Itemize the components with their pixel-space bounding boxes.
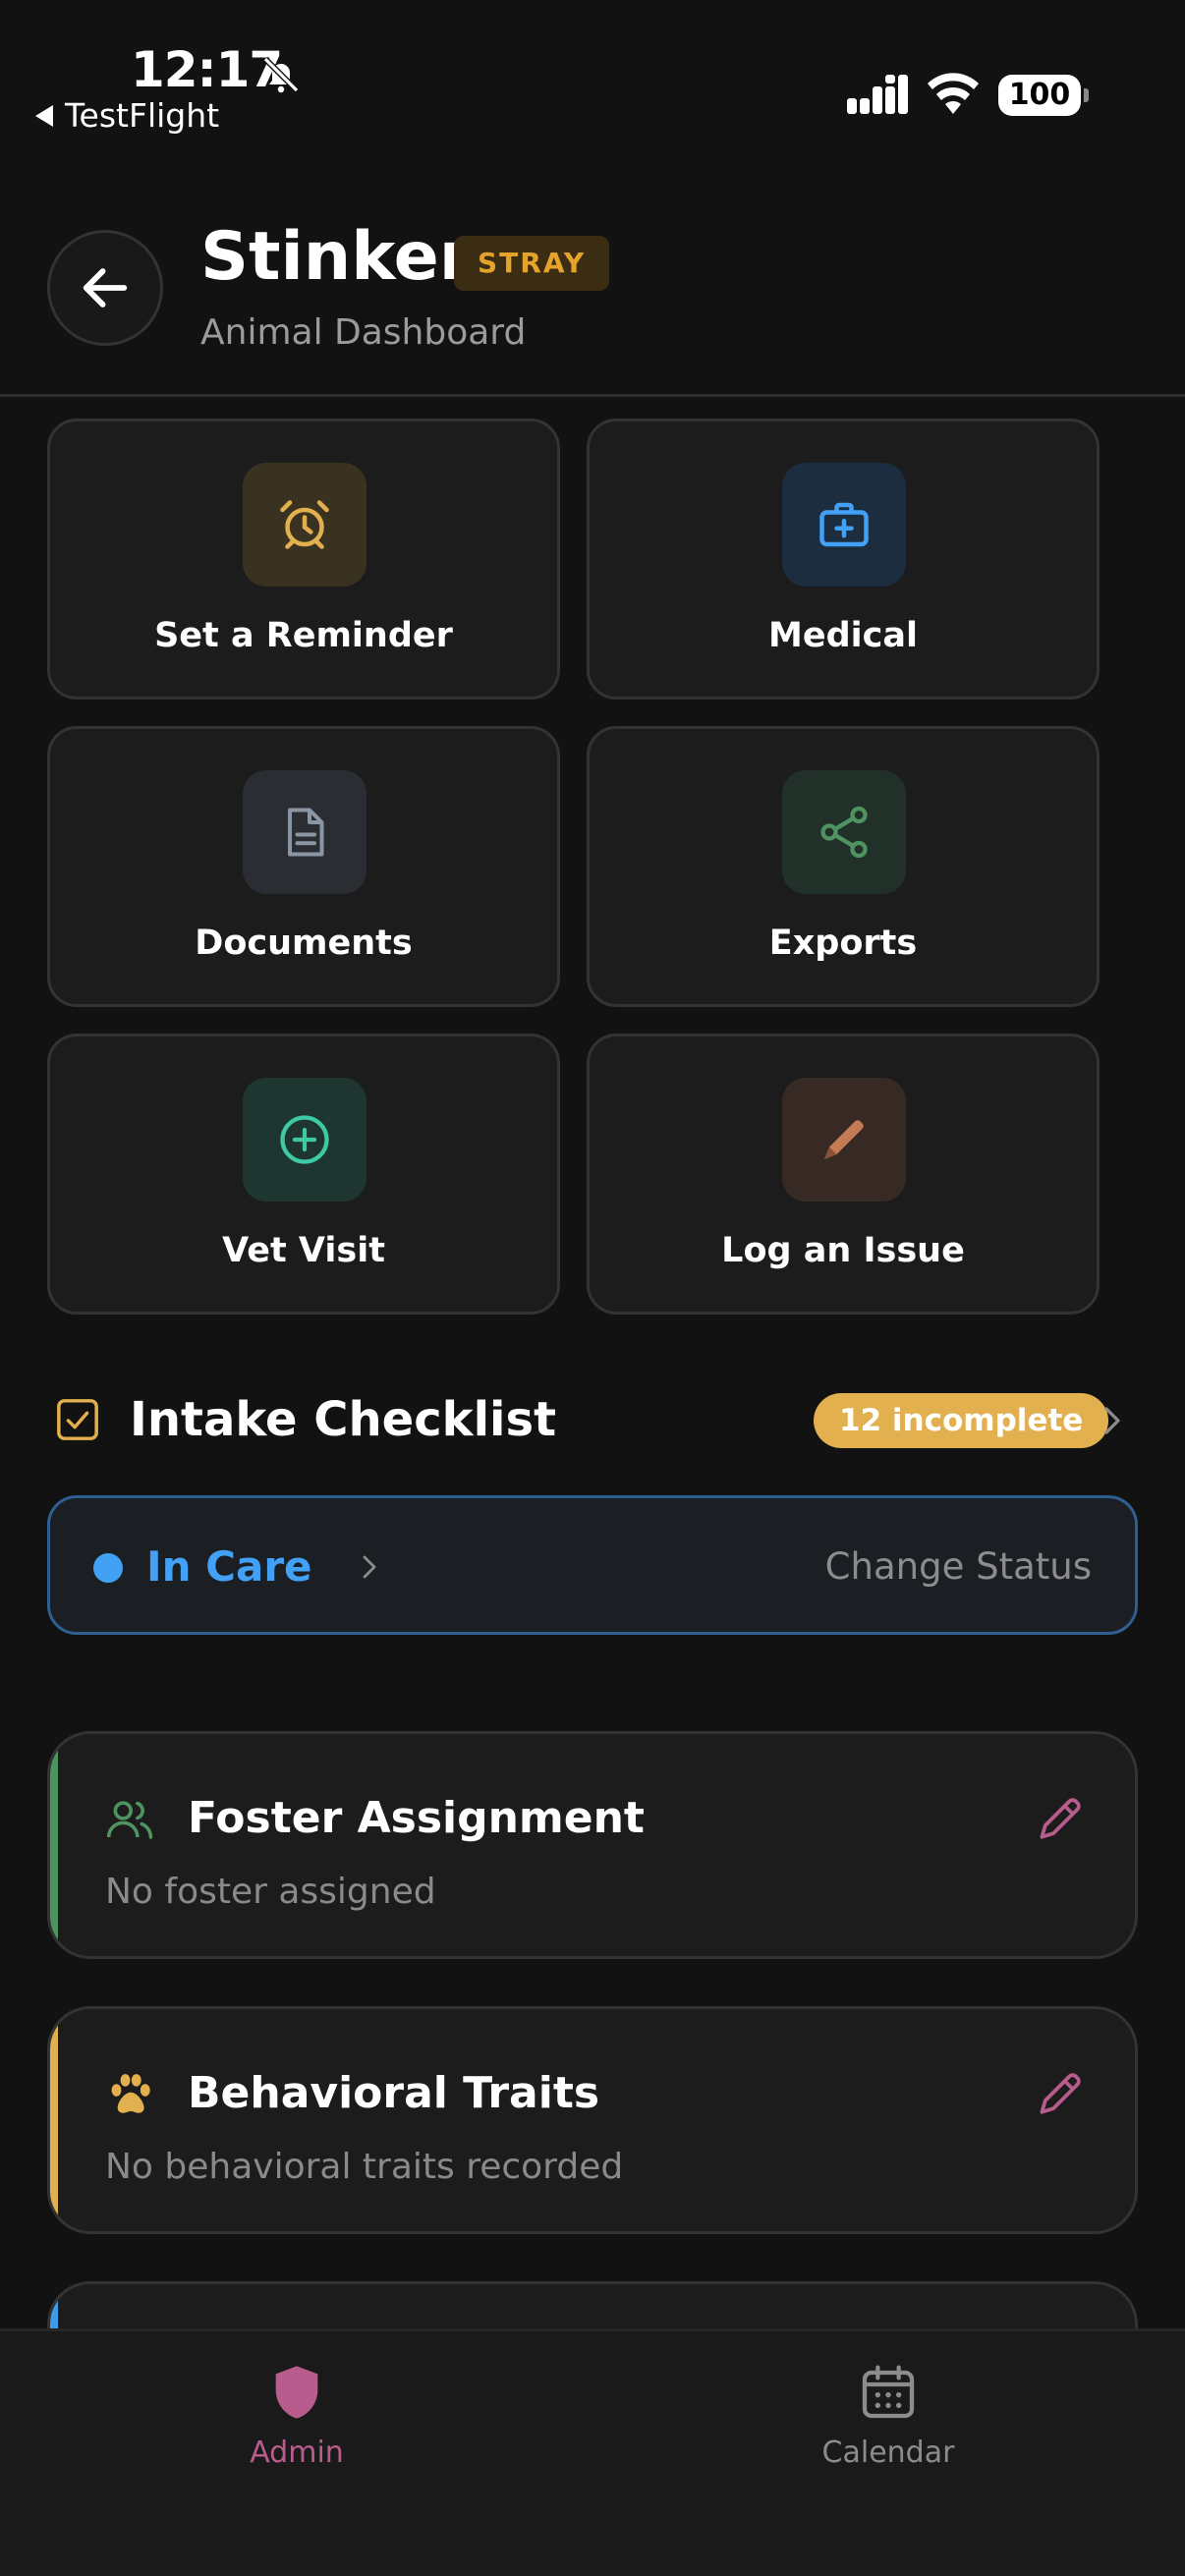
cellular-signal-icon: [847, 75, 908, 114]
tile-label: Documents: [195, 924, 413, 963]
tile-label: Vet Visit: [222, 1231, 385, 1270]
paw-icon: [111, 2074, 150, 2113]
incomplete-count-badge: 12 incomplete: [814, 1393, 1109, 1448]
status-badge: STRAY: [454, 236, 610, 291]
battery-indicator: 100: [998, 75, 1089, 116]
behavioral-traits-card[interactable]: Behavioral Traits No behavioral traits r…: [47, 2006, 1138, 2234]
card-subtitle: No foster assigned: [105, 1872, 436, 1912]
pencil-icon: [824, 1120, 864, 1159]
card-accent-bar: [50, 2009, 58, 2231]
back-button[interactable]: [47, 230, 163, 346]
page-subtitle: Animal Dashboard: [200, 312, 527, 353]
people-icon: [106, 1801, 153, 1839]
page-title: Stinker: [200, 218, 473, 296]
icon-container: [243, 770, 367, 894]
plus-circle-icon: [280, 1115, 329, 1164]
page-header: Stinker STRAY Animal Dashboard: [0, 157, 1185, 397]
change-status-button[interactable]: Change Status: [825, 1538, 1092, 1596]
checklist-title: Intake Checklist: [130, 1392, 557, 1447]
medical-button[interactable]: Medical: [587, 419, 1100, 700]
share-icon: [820, 806, 868, 859]
back-triangle-icon: [35, 104, 53, 127]
edit-pencil-icon[interactable]: [1033, 1791, 1088, 1846]
tab-calendar[interactable]: Calendar: [770, 2361, 1006, 2470]
icon-container: [243, 1078, 367, 1202]
tile-label: Set a Reminder: [154, 616, 453, 655]
card-subtitle: No behavioral traits recorded: [105, 2147, 624, 2187]
documents-button[interactable]: Documents: [47, 726, 560, 1007]
arrow-left-icon: [83, 268, 128, 308]
log-issue-button[interactable]: Log an Issue: [587, 1034, 1100, 1315]
tile-label: Medical: [768, 616, 918, 655]
care-status-card[interactable]: In Care Change Status: [47, 1495, 1138, 1635]
bottom-tab-bar: Admin Calendar: [0, 2328, 1185, 2576]
vet-visit-button[interactable]: Vet Visit: [47, 1034, 560, 1315]
document-icon: [288, 808, 324, 857]
intake-checklist-row[interactable]: Intake Checklist 12 incomplete: [55, 1389, 1136, 1450]
foster-assignment-card[interactable]: Foster Assignment No foster assigned: [47, 1731, 1138, 1959]
back-app-label: TestFlight: [65, 96, 220, 135]
status-bar: 12:17 TestFlight 100: [0, 0, 1185, 157]
tile-label: Exports: [768, 924, 918, 963]
calendar-icon: [862, 2365, 915, 2419]
tile-label: Log an Issue: [721, 1231, 965, 1270]
shield-icon: [275, 2366, 318, 2419]
tab-label: Calendar: [821, 2436, 955, 2470]
icon-container: [243, 463, 367, 587]
chevron-right-icon: [1104, 1407, 1120, 1434]
icon-container: [782, 770, 906, 894]
edit-pencil-icon[interactable]: [1033, 2066, 1088, 2121]
card-accent-bar: [50, 1734, 58, 1956]
set-reminder-button[interactable]: Set a Reminder: [47, 419, 560, 700]
tab-label: Admin: [250, 2436, 344, 2470]
medical-kit-icon: [819, 502, 869, 547]
icon-container: [782, 463, 906, 587]
status-label: In Care: [146, 1542, 312, 1591]
alarm-clock-icon: [280, 500, 329, 549]
card-title: Behavioral Traits: [188, 2068, 600, 2118]
card-title: Foster Assignment: [188, 1793, 645, 1843]
checkbox-checked-icon: [57, 1399, 98, 1440]
back-to-app-link[interactable]: TestFlight: [35, 96, 219, 135]
tab-admin[interactable]: Admin: [179, 2361, 415, 2470]
wifi-icon: [928, 73, 979, 114]
bell-muted-icon: [262, 56, 300, 93]
exports-button[interactable]: Exports: [587, 726, 1100, 1007]
chevron-right-icon: [363, 1555, 376, 1579]
status-dot: [93, 1553, 123, 1583]
icon-container: [782, 1078, 906, 1202]
